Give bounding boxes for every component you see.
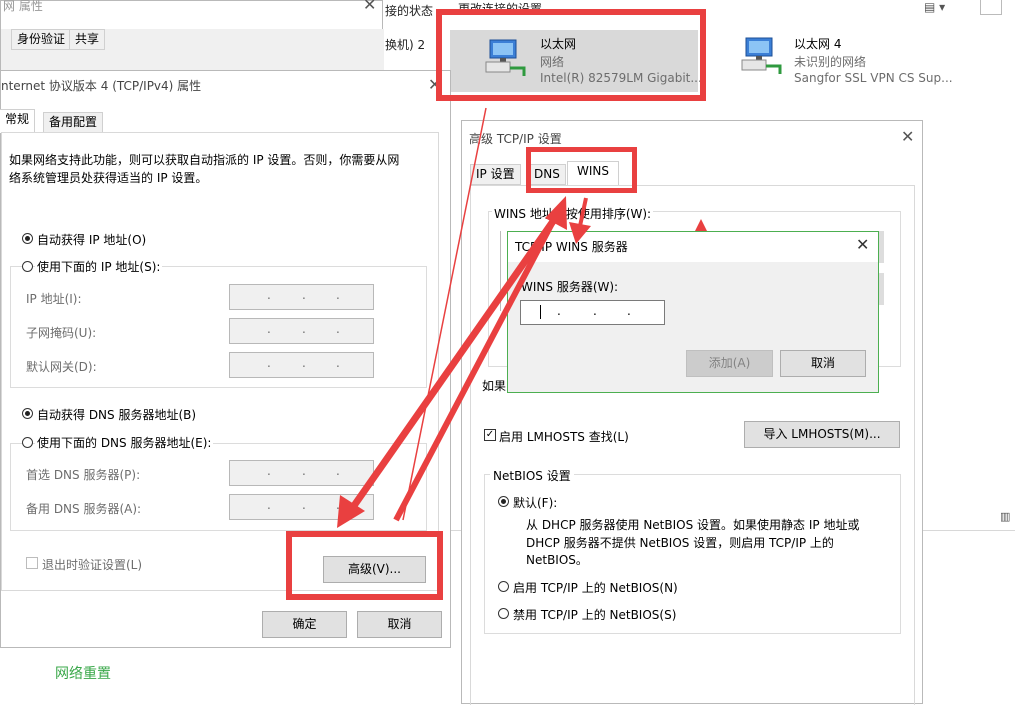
annotation-arrows <box>337 107 707 528</box>
